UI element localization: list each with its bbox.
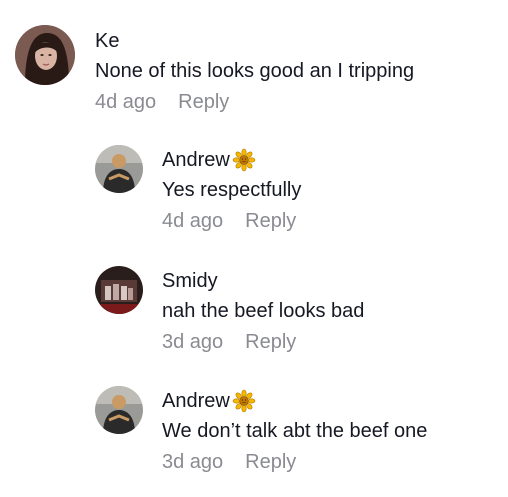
avatar[interactable] — [15, 25, 75, 85]
comment-text: We don’t talk abt the beef one — [162, 420, 428, 442]
reply-button[interactable]: Reply — [178, 91, 229, 113]
comment-item: Smidy nah the beef looks bad 3d ago Reply — [0, 245, 508, 365]
avatar[interactable] — [95, 386, 143, 434]
comment-text: nah the beef looks bad — [162, 300, 365, 322]
comment-username[interactable]: Ke — [95, 29, 414, 53]
comment-timestamp: 3d ago — [162, 451, 224, 473]
avatar[interactable] — [95, 266, 143, 314]
comment-timestamp: 4d ago — [95, 91, 157, 113]
comment-meta: 3d ago Reply — [162, 330, 364, 354]
reply-button[interactable]: Reply — [245, 451, 296, 473]
comment-username[interactable]: Smidy — [162, 269, 364, 293]
comment-item: Andrew — [0, 125, 508, 245]
comment-timestamp: 4d ago — [162, 210, 224, 232]
comment-item: Ke None of this looks good an I tripping… — [0, 0, 508, 125]
username-label: Andrew — [162, 149, 230, 171]
comment-meta: 4d ago Reply — [162, 209, 301, 233]
comment-timestamp: 3d ago — [162, 331, 224, 353]
comment-text: None of this looks good an I tripping — [95, 60, 415, 82]
comment-meta: 4d ago Reply — [95, 90, 414, 114]
reply-button[interactable]: Reply — [245, 210, 296, 232]
comment-username[interactable]: Andrew — [162, 389, 427, 413]
username-label: Andrew — [162, 390, 230, 412]
username-label: Ke — [95, 30, 120, 52]
avatar[interactable] — [95, 145, 143, 193]
sunflower-icon — [232, 389, 256, 413]
username-label: Smidy — [162, 270, 218, 292]
comment-item: Andrew — [0, 365, 508, 497]
comment-username[interactable]: Andrew — [162, 148, 301, 172]
comment-meta: 3d ago Reply — [162, 450, 427, 474]
comment-text: Yes respectfully — [162, 179, 302, 201]
sunflower-icon — [232, 148, 256, 172]
reply-button[interactable]: Reply — [245, 331, 296, 353]
